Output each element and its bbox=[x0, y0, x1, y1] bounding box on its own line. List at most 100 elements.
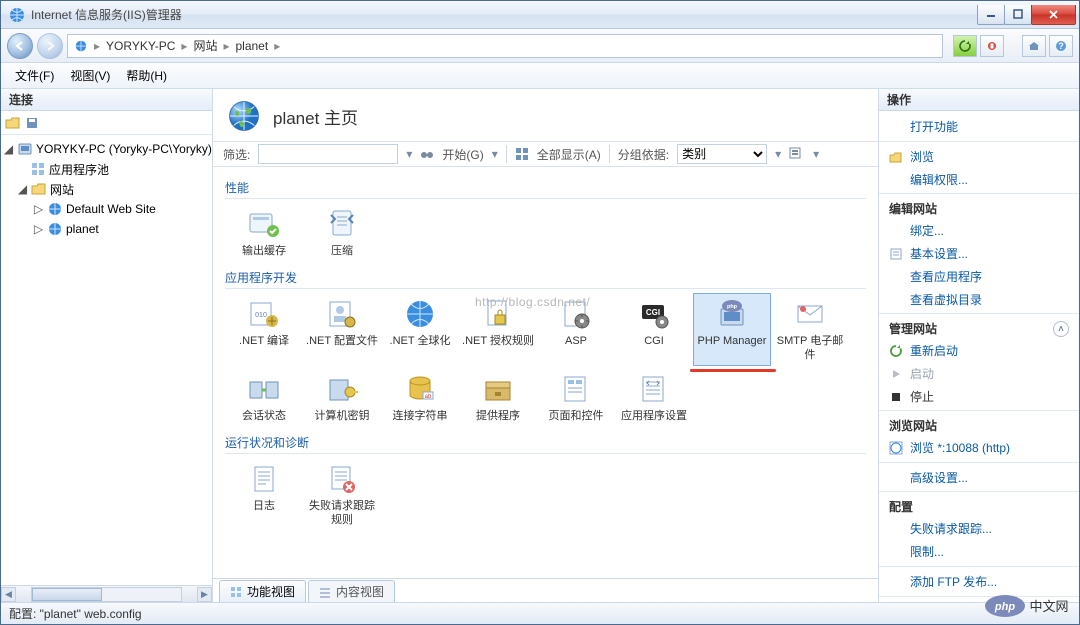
crumb-site[interactable]: planet bbox=[235, 39, 268, 53]
feat-net-authorization[interactable]: .NET 授权规则 bbox=[459, 293, 537, 367]
minimize-button[interactable] bbox=[977, 5, 1005, 25]
tree-expand-icon[interactable]: ▷ bbox=[33, 222, 44, 236]
action-stop[interactable]: 停止 bbox=[879, 385, 1079, 408]
scroll-thumb[interactable] bbox=[32, 588, 102, 601]
action-explore[interactable]: 浏览 bbox=[879, 145, 1079, 168]
maximize-button[interactable] bbox=[1004, 5, 1032, 25]
action-advanced-settings[interactable]: 高级设置... bbox=[879, 466, 1079, 489]
feature-content: http://blog.csdn.net/ 性能 输出缓存 压缩 应用程序开发 … bbox=[213, 167, 878, 578]
feat-application-settings[interactable]: 应用程序设置 bbox=[615, 368, 693, 428]
group-label: 分组依据: bbox=[618, 146, 669, 163]
action-failed-request-tracing[interactable]: 失败请求跟踪... bbox=[879, 517, 1079, 540]
title-bar: Internet 信息服务(IIS)管理器 bbox=[1, 1, 1079, 29]
tree-expand-icon[interactable]: ▷ bbox=[33, 202, 44, 216]
tab-content-view[interactable]: 内容视图 bbox=[308, 580, 395, 602]
nav-back-button[interactable] bbox=[7, 33, 33, 59]
menu-file[interactable]: 文件(F) bbox=[7, 64, 62, 87]
crumb-sites[interactable]: 网站 bbox=[193, 37, 217, 54]
browse-icon bbox=[889, 441, 903, 455]
feat-asp[interactable]: ASP bbox=[537, 293, 615, 367]
svg-text:php: php bbox=[727, 304, 738, 310]
action-bindings[interactable]: 绑定... bbox=[879, 219, 1079, 242]
feat-smtp-email[interactable]: SMTP 电子邮件 bbox=[771, 293, 849, 367]
site-globe-icon bbox=[227, 99, 261, 133]
feat-net-globalization[interactable]: .NET 全球化 bbox=[381, 293, 459, 367]
feat-net-compilation[interactable]: 010.NET 编译 bbox=[225, 293, 303, 367]
breadcrumb-sep-icon: ▸ bbox=[94, 39, 100, 53]
feat-failed-request-tracing[interactable]: 失败请求跟踪规则 bbox=[303, 458, 381, 532]
iis-app-icon bbox=[9, 7, 25, 23]
nav-forward-button[interactable] bbox=[37, 33, 63, 59]
tree-app-pools[interactable]: 应用程序池 bbox=[1, 159, 212, 179]
address-bar[interactable]: ▸ YORYKY-PC ▸ 网站 ▸ planet ▸ bbox=[67, 34, 943, 58]
svg-text:php: php bbox=[994, 601, 1015, 613]
menu-view[interactable]: 视图(V) bbox=[62, 64, 118, 87]
tree-collapse-icon[interactable]: ◢ bbox=[17, 182, 28, 196]
actions-panel: 操作 打开功能 浏览 编辑权限... 编辑网站 绑定... 基本设置... 查看… bbox=[879, 89, 1079, 602]
tab-features-view[interactable]: 功能视图 bbox=[219, 580, 306, 602]
tree-default-web-site[interactable]: ▷ Default Web Site bbox=[1, 199, 212, 219]
feat-cgi[interactable]: CGICGI bbox=[615, 293, 693, 367]
filter-toolbar: 筛选: ▾ 开始(G) ▾ 全部显示(A) 分组依据: 类别 ▾ ▾ bbox=[213, 141, 878, 167]
crumb-server[interactable]: YORYKY-PC bbox=[106, 39, 175, 53]
connections-tree[interactable]: ◢ YORYKY-PC (Yoryky-PC\Yoryky) 应用程序池 ◢ 网… bbox=[1, 135, 212, 585]
features-view-icon bbox=[230, 586, 242, 598]
app-pools-icon bbox=[30, 161, 46, 177]
save-connections-icon[interactable] bbox=[25, 116, 39, 130]
home-button[interactable] bbox=[1022, 35, 1046, 57]
action-basic-settings[interactable]: 基本设置... bbox=[879, 242, 1079, 265]
nav-bar: ▸ YORYKY-PC ▸ 网站 ▸ planet ▸ ? bbox=[1, 29, 1079, 63]
feat-pages-controls[interactable]: 页面和控件 bbox=[537, 368, 615, 428]
stop-icon-button[interactable] bbox=[980, 35, 1004, 57]
tree-server[interactable]: ◢ YORYKY-PC (Yoryky-PC\Yoryky) bbox=[1, 139, 212, 159]
feat-php-manager[interactable]: phpPHP Manager bbox=[693, 293, 771, 367]
group-health: 运行状况和诊断 bbox=[225, 434, 866, 454]
actions-browse-site-header: 浏览网站 bbox=[879, 410, 1079, 436]
scroll-left-icon[interactable]: ◀ bbox=[1, 587, 16, 602]
scroll-right-icon[interactable]: ▶ bbox=[197, 587, 212, 602]
svg-text:ab: ab bbox=[425, 394, 432, 400]
menu-help[interactable]: 帮助(H) bbox=[118, 64, 175, 87]
tree-sites[interactable]: ◢ 网站 bbox=[1, 179, 212, 199]
server-globe-icon bbox=[74, 39, 88, 53]
action-start: 启动 bbox=[879, 362, 1079, 385]
refresh-button[interactable] bbox=[953, 35, 977, 57]
feat-machine-key[interactable]: 计算机密钥 bbox=[303, 368, 381, 428]
folder-connect-icon[interactable] bbox=[5, 115, 21, 131]
filter-input[interactable] bbox=[258, 144, 398, 164]
feat-output-caching[interactable]: 输出缓存 bbox=[225, 203, 303, 263]
feat-providers[interactable]: 提供程序 bbox=[459, 368, 537, 428]
status-text: 配置: "planet" web.config bbox=[9, 605, 142, 622]
tree-collapse-icon[interactable]: ◢ bbox=[3, 142, 14, 156]
action-edit-permissions[interactable]: 编辑权限... bbox=[879, 168, 1079, 191]
connections-toolbar bbox=[1, 111, 212, 135]
action-open-feature[interactable]: 打开功能 bbox=[879, 115, 1079, 138]
start-button[interactable]: 开始(G) bbox=[442, 146, 483, 163]
view-tabs: 功能视图 内容视图 bbox=[213, 578, 878, 602]
action-view-applications[interactable]: 查看应用程序 bbox=[879, 265, 1079, 288]
action-add-ftp-publishing[interactable]: 添加 FTP 发布... bbox=[879, 570, 1079, 593]
action-browse-http[interactable]: 浏览 *:10088 (http) bbox=[879, 436, 1079, 459]
feat-logging[interactable]: 日志 bbox=[225, 458, 303, 532]
feat-compression[interactable]: 压缩 bbox=[303, 203, 381, 263]
tree-planet-site[interactable]: ▷ planet bbox=[1, 219, 212, 239]
view-options-icon[interactable] bbox=[789, 147, 805, 161]
action-limits[interactable]: 限制... bbox=[879, 540, 1079, 563]
menu-bar: 文件(F) 视图(V) 帮助(H) bbox=[1, 63, 1079, 89]
action-restart[interactable]: 重新启动 bbox=[879, 339, 1079, 362]
collapse-section-icon[interactable]: ˄ bbox=[1053, 321, 1069, 337]
showall-button[interactable]: 全部显示(A) bbox=[537, 146, 601, 163]
action-view-virtual-directories[interactable]: 查看虚拟目录 bbox=[879, 288, 1079, 311]
left-hscroll[interactable]: ◀ ▶ bbox=[1, 585, 212, 602]
content-view-icon bbox=[319, 586, 331, 598]
close-button[interactable] bbox=[1031, 5, 1076, 25]
group-by-select[interactable]: 类别 bbox=[677, 144, 767, 164]
connections-header: 连接 bbox=[1, 89, 212, 111]
svg-text:?: ? bbox=[1058, 41, 1064, 51]
help-button[interactable]: ? bbox=[1049, 35, 1073, 57]
connections-panel: 连接 ◢ YORYKY-PC (Yoryky-PC\Yoryky) 应用程序池 … bbox=[1, 89, 213, 602]
page-title: planet 主页 bbox=[273, 104, 358, 129]
feat-session-state[interactable]: 会话状态 bbox=[225, 368, 303, 428]
feat-net-profile[interactable]: .NET 配置文件 bbox=[303, 293, 381, 367]
feat-connection-strings[interactable]: ab连接字符串 bbox=[381, 368, 459, 428]
